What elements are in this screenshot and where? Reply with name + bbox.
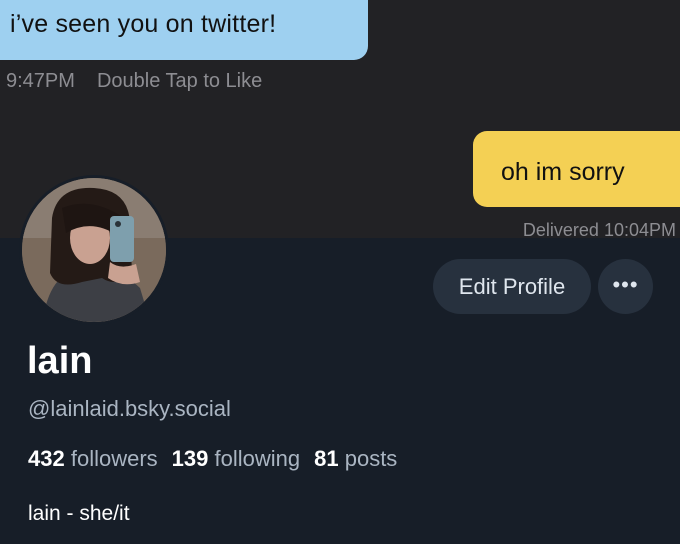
- display-name: lain: [27, 340, 93, 382]
- incoming-message-time: 9:47PM: [6, 70, 75, 92]
- edit-profile-button[interactable]: Edit Profile: [433, 259, 591, 314]
- profile-bio: lain - she/it: [28, 502, 130, 525]
- profile-photo-icon: [22, 178, 166, 322]
- following-label: following: [214, 446, 301, 471]
- followers-stat[interactable]: 432 followers: [28, 446, 158, 471]
- incoming-message-text: i’ve seen you on twitter!: [10, 10, 277, 38]
- following-stat[interactable]: 139 following: [172, 446, 300, 471]
- incoming-message-meta: 9:47PM Double Tap to Like: [6, 70, 262, 93]
- profile-stats: 432 followers 139 following 81 posts: [28, 446, 397, 472]
- following-count: 139: [171, 446, 209, 471]
- outgoing-message-text: oh im sorry: [501, 158, 625, 186]
- more-options-button[interactable]: •••: [598, 259, 653, 314]
- avatar[interactable]: [19, 175, 169, 325]
- posts-stat: 81 posts: [314, 446, 397, 471]
- followers-label: followers: [70, 446, 158, 471]
- outgoing-message-bubble[interactable]: oh im sorry: [473, 131, 680, 207]
- double-tap-hint: Double Tap to Like: [96, 70, 263, 92]
- profile-handle: @lainlaid.bsky.social: [28, 396, 231, 421]
- posts-count: 81: [314, 446, 339, 471]
- incoming-message-bubble[interactable]: i’ve seen you on twitter!: [0, 0, 368, 60]
- followers-count: 432: [28, 446, 65, 471]
- ellipsis-icon: •••: [612, 272, 639, 297]
- posts-label: posts: [344, 446, 398, 471]
